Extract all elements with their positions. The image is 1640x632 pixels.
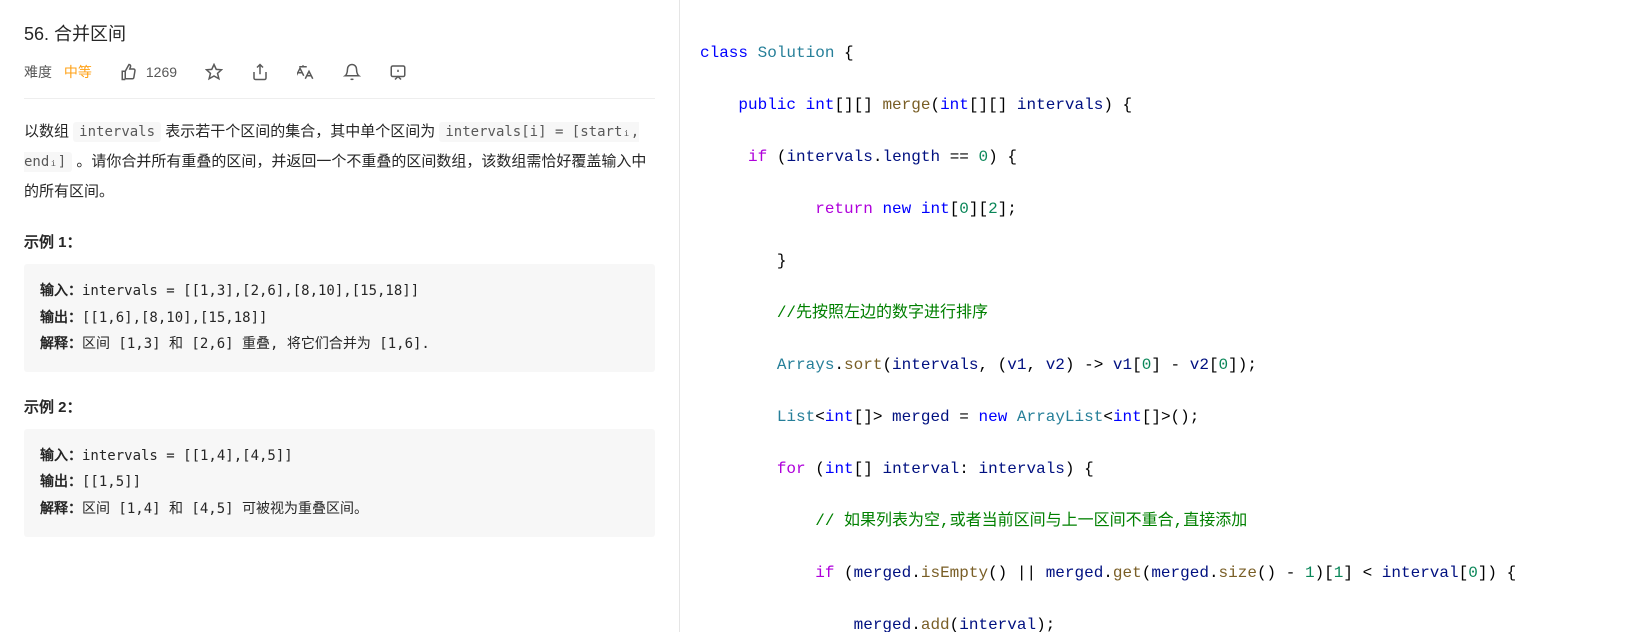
- like-count: 1269: [146, 64, 177, 80]
- notification-button[interactable]: [343, 63, 361, 81]
- example-1-title: 示例 1：: [24, 231, 655, 252]
- example-2-title: 示例 2：: [24, 396, 655, 417]
- code-editor-panel[interactable]: class Solution { public int[][] merge(in…: [680, 0, 1640, 632]
- translate-button[interactable]: [297, 63, 315, 81]
- thumbs-up-icon: [120, 63, 138, 81]
- inline-code: intervals: [73, 122, 161, 142]
- difficulty: 难度 中等: [24, 62, 92, 82]
- problem-description-panel: 56. 合并区间 难度 中等 1269 以数组 intervals 表示若干个: [0, 0, 680, 632]
- code-editor[interactable]: class Solution { public int[][] merge(in…: [680, 0, 1640, 632]
- difficulty-label: 难度: [24, 64, 52, 80]
- example-1-block: 输入：intervals = [[1,3],[2,6],[8,10],[15,1…: [24, 264, 655, 372]
- problem-title: 56. 合并区间: [24, 20, 655, 46]
- difficulty-value: 中等: [64, 64, 92, 80]
- share-button[interactable]: [251, 63, 269, 81]
- like-button[interactable]: 1269: [120, 63, 177, 81]
- feedback-button[interactable]: [389, 63, 407, 81]
- example-2-block: 输入：intervals = [[1,4],[4,5]] 输出：[[1,5]] …: [24, 429, 655, 537]
- star-button[interactable]: [205, 63, 223, 81]
- problem-description: 以数组 intervals 表示若干个区间的集合，其中单个区间为 interva…: [24, 117, 655, 207]
- problem-meta-bar: 难度 中等 1269: [24, 62, 655, 99]
